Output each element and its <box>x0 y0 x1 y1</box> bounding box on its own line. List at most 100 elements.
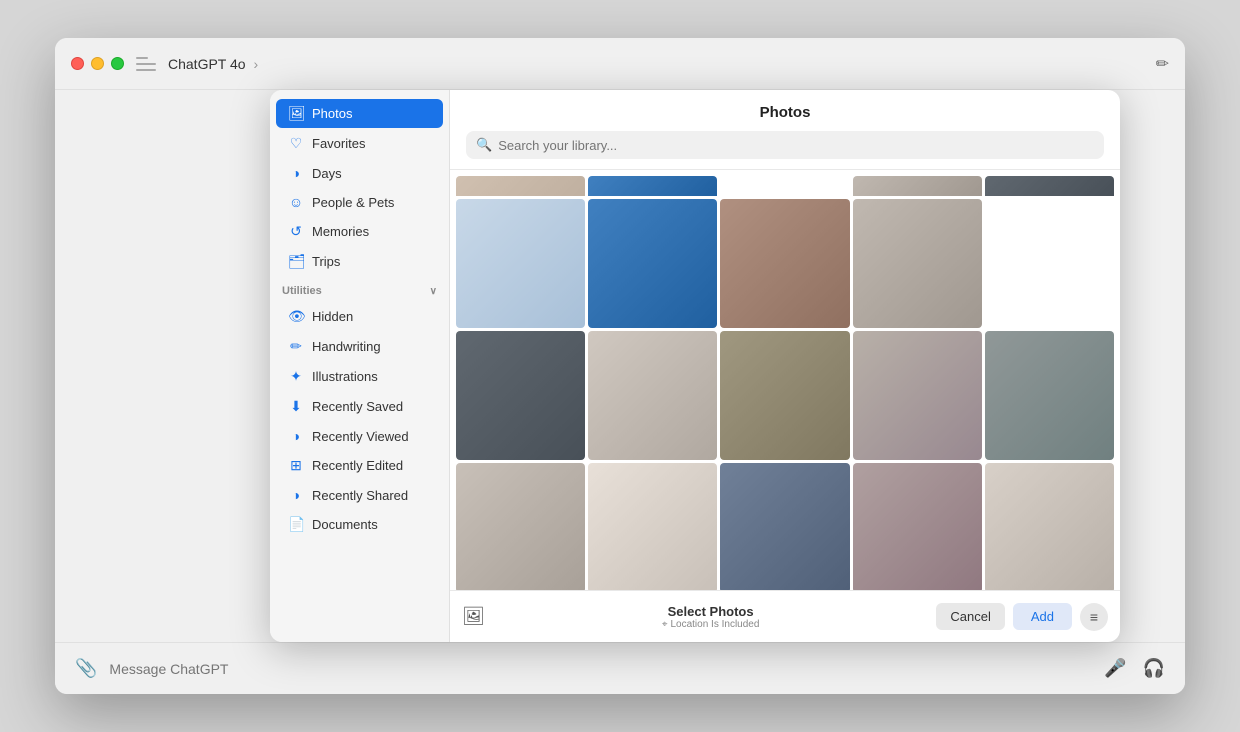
trips-icon: 🗂 <box>288 253 304 270</box>
memories-icon: ↺ <box>288 223 304 240</box>
footer-left: 🖼 <box>462 606 485 627</box>
sidebar-item-recently-viewed[interactable]: ◑ Recently Viewed <box>276 422 443 450</box>
photo-cell-7[interactable] <box>588 331 717 460</box>
model-name-label: 4o <box>230 56 246 72</box>
attach-icon[interactable]: 📎 <box>75 658 97 679</box>
search-input[interactable] <box>498 138 1094 153</box>
photos-footer-icon[interactable]: 🖼 <box>462 606 485 627</box>
photo-cell-11[interactable] <box>456 463 585 590</box>
edit-icon[interactable]: ✏ <box>1156 54 1169 74</box>
photo-cell-6[interactable] <box>456 331 585 460</box>
panel-footer: 🖼 Select Photos ⌖ Location Is Included C… <box>450 590 1120 642</box>
sidebar-item-trips[interactable]: 🗂 Trips <box>276 247 443 276</box>
title-bar: ChatGPT 4o › ✏ <box>55 38 1185 90</box>
recently-edited-icon: ⊞ <box>288 457 304 474</box>
utilities-chevron-icon: ∨ <box>430 286 437 297</box>
sidebar-item-handwriting[interactable]: ✏ Handwriting <box>276 332 443 361</box>
sidebar-item-photos[interactable]: 🖼 Photos <box>276 99 443 128</box>
sidebar-item-illustrations[interactable]: ✦ Illustrations <box>276 362 443 391</box>
search-bar: 🔍 <box>466 131 1104 159</box>
location-arrow-icon: ⌖ <box>662 619 668 630</box>
photo-cell-15[interactable] <box>985 463 1114 590</box>
hidden-icon: 👁 <box>288 308 304 325</box>
sidebar-item-recently-saved[interactable]: ⬇ Recently Saved <box>276 392 443 421</box>
photo-cell-12[interactable] <box>588 463 717 590</box>
sidebar-label-illustrations: Illustrations <box>312 369 378 384</box>
documents-icon: 📄 <box>288 516 304 533</box>
photo-cell-5[interactable] <box>985 199 1114 328</box>
utilities-section-header: Utilities ∨ <box>270 277 449 301</box>
photo-cell-4[interactable] <box>853 199 982 328</box>
favorites-icon: ♡ <box>288 135 304 152</box>
handwriting-icon: ✏ <box>288 338 304 355</box>
photo-cell-2[interactable] <box>588 199 717 328</box>
photo-cell-3[interactable] <box>720 199 849 328</box>
photos-sidebar: 🖼 Photos ♡ Favorites ◑ Days ☺ People & P… <box>270 90 450 642</box>
maximize-button[interactable] <box>111 57 124 70</box>
recently-saved-icon: ⬇ <box>288 398 304 415</box>
photo-cell-1[interactable] <box>456 199 585 328</box>
people-pets-icon: ☺ <box>288 194 304 210</box>
photo-cell-partial-1[interactable] <box>456 176 585 196</box>
photo-grid <box>456 199 1114 590</box>
sidebar-label-trips: Trips <box>312 254 340 269</box>
photo-cell-partial-4[interactable] <box>853 176 982 196</box>
minimize-button[interactable] <box>91 57 104 70</box>
photo-cell-partial-3[interactable] <box>720 176 849 196</box>
sidebar-toggle-icon[interactable] <box>136 57 156 71</box>
close-button[interactable] <box>71 57 84 70</box>
sidebar-label-photos: Photos <box>312 106 352 121</box>
sidebar-label-handwriting: Handwriting <box>312 339 381 354</box>
search-icon: 🔍 <box>476 137 492 153</box>
sidebar-label-memories: Memories <box>312 224 369 239</box>
sidebar-item-favorites[interactable]: ♡ Favorites <box>276 129 443 158</box>
photo-cell-14[interactable] <box>853 463 982 590</box>
photo-grid-container[interactable] <box>450 170 1120 590</box>
photo-cell-partial-2[interactable] <box>588 176 717 196</box>
sidebar-item-people-pets[interactable]: ☺ People & Pets <box>276 188 443 216</box>
cancel-button[interactable]: Cancel <box>936 603 1004 630</box>
sidebar-label-favorites: Favorites <box>312 136 365 151</box>
sidebar-item-recently-shared[interactable]: ◑ Recently Shared <box>276 481 443 509</box>
sidebar-label-recently-edited: Recently Edited <box>312 458 403 473</box>
title-chevron-icon: › <box>253 56 258 72</box>
photo-cell-partial-5[interactable] <box>985 176 1114 196</box>
sidebar-item-documents[interactable]: 📄 Documents <box>276 510 443 539</box>
photos-dialog: 🖼 Photos ♡ Favorites ◑ Days ☺ People & P… <box>270 90 1120 642</box>
mic-icon[interactable]: 🎤 <box>1104 658 1126 679</box>
recently-viewed-icon: ◑ <box>288 428 304 444</box>
photo-cell-10[interactable] <box>985 331 1114 460</box>
sidebar-label-days: Days <box>312 166 342 181</box>
app-title: ChatGPT 4o › <box>168 56 258 72</box>
sidebar-item-hidden[interactable]: 👁 Hidden <box>276 302 443 331</box>
sidebar-label-recently-shared: Recently Shared <box>312 488 408 503</box>
sidebar-label-hidden: Hidden <box>312 309 353 324</box>
sidebar-item-recently-edited[interactable]: ⊞ Recently Edited <box>276 451 443 480</box>
sidebar-label-documents: Documents <box>312 517 378 532</box>
select-photos-label: Select Photos <box>493 604 929 619</box>
panel-header: Photos 🔍 <box>450 90 1120 170</box>
days-icon: ◑ <box>288 165 304 181</box>
traffic-lights <box>71 57 124 70</box>
sidebar-label-people-pets: People & Pets <box>312 195 394 210</box>
photo-cell-13[interactable] <box>720 463 849 590</box>
sidebar-label-recently-saved: Recently Saved <box>312 399 403 414</box>
message-input[interactable] <box>109 661 1088 677</box>
footer-center: Select Photos ⌖ Location Is Included <box>493 604 929 630</box>
add-button[interactable]: Add <box>1013 603 1072 630</box>
location-label: ⌖ Location Is Included <box>493 619 929 630</box>
more-options-button[interactable]: ≡ <box>1080 603 1108 631</box>
sidebar-item-memories[interactable]: ↺ Memories <box>276 217 443 246</box>
photo-cell-8[interactable] <box>720 331 849 460</box>
message-bar: 📎 🎤 🎧 <box>55 642 1185 694</box>
photos-panel: Photos 🔍 <box>450 90 1120 642</box>
illustrations-icon: ✦ <box>288 368 304 385</box>
photos-icon: 🖼 <box>288 105 304 122</box>
partial-top-row <box>456 176 1114 196</box>
utilities-label: Utilities <box>282 285 322 297</box>
headphone-icon[interactable]: 🎧 <box>1143 658 1165 679</box>
sidebar-item-days[interactable]: ◑ Days <box>276 159 443 187</box>
photo-cell-9[interactable] <box>853 331 982 460</box>
panel-title: Photos <box>466 104 1104 121</box>
app-name-label: ChatGPT <box>168 56 226 72</box>
